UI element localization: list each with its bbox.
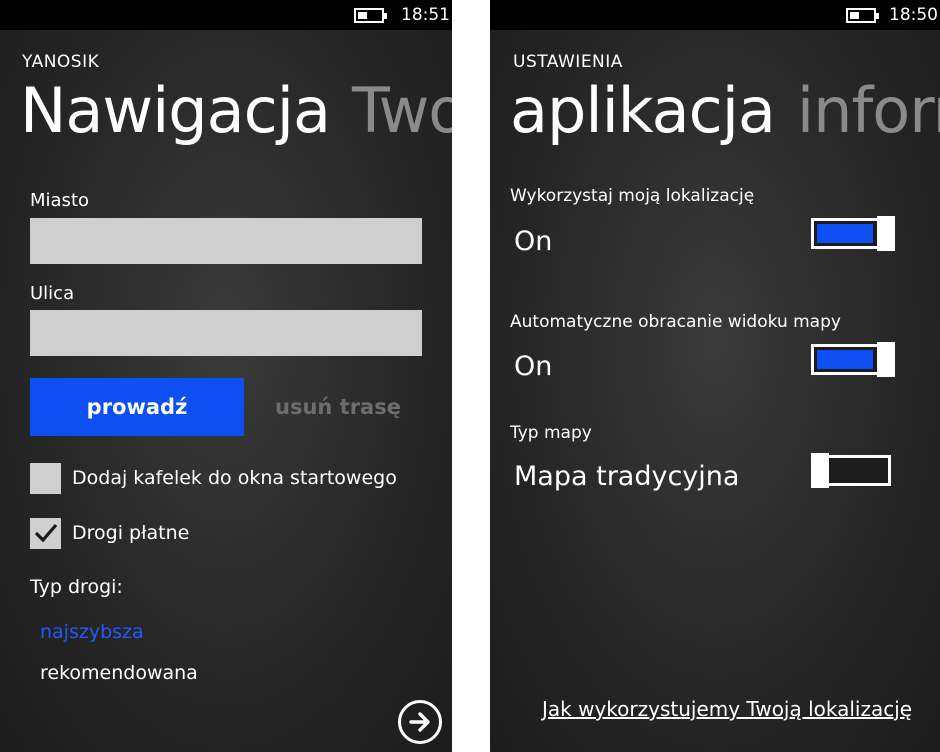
clear-route-button[interactable]: usuń trasę bbox=[262, 378, 414, 436]
add-tile-row[interactable]: Dodaj kafelek do okna startowego bbox=[30, 462, 397, 494]
map-type-toggle[interactable] bbox=[811, 453, 895, 488]
add-tile-checkbox[interactable] bbox=[30, 462, 61, 494]
map-rotation-toggle[interactable] bbox=[811, 342, 895, 377]
settings-screen: 18:50 USTAWIENIA aplikacja inform Wykorzy… bbox=[490, 0, 940, 752]
pivot-item-nawigacja[interactable]: Nawigacja bbox=[20, 74, 331, 147]
battery-icon bbox=[846, 8, 879, 23]
checkmark-icon bbox=[34, 523, 57, 543]
arrow-right-circle-icon bbox=[409, 712, 430, 732]
road-type-option-fastest[interactable]: najszybsza bbox=[40, 621, 144, 643]
street-label: Ulica bbox=[30, 283, 75, 304]
setting-value-location: On bbox=[514, 226, 553, 257]
setting-label-map-type: Typ mapy bbox=[510, 423, 592, 443]
pivot-item-aplikacja[interactable]: aplikacja bbox=[510, 74, 776, 147]
location-toggle[interactable] bbox=[811, 216, 895, 251]
road-type-option-recommended[interactable]: rekomendowana bbox=[40, 662, 198, 684]
privacy-location-link[interactable]: Jak wykorzystujemy Twoją lokalizację bbox=[542, 697, 912, 721]
pivot-header: aplikacja inform bbox=[510, 74, 940, 147]
setting-value-map-rotation: On bbox=[514, 351, 553, 382]
pivot-item-next[interactable]: inform bbox=[797, 74, 940, 147]
pivot-header: Nawigacja Twoj bbox=[20, 74, 452, 147]
navigate-button[interactable]: prowadź bbox=[30, 378, 244, 436]
next-button[interactable] bbox=[398, 700, 442, 744]
setting-value-map-type: Mapa tradycyjna bbox=[514, 461, 740, 492]
navigation-screen: 18:51 YANOSIK Nawigacja Twoj Miasto Ulica… bbox=[0, 0, 452, 752]
toggle-thumb[interactable] bbox=[877, 342, 895, 377]
app-title: USTAWIENIA bbox=[513, 52, 623, 72]
add-tile-label: Dodaj kafelek do okna startowego bbox=[72, 467, 397, 489]
toll-roads-row[interactable]: Drogi płatne bbox=[30, 517, 189, 549]
status-time: 18:50 bbox=[889, 5, 938, 25]
setting-label-location: Wykorzystaj moją lokalizację bbox=[510, 186, 755, 206]
toggle-thumb[interactable] bbox=[877, 216, 895, 251]
toggle-thumb[interactable] bbox=[811, 453, 829, 488]
city-input[interactable] bbox=[30, 218, 422, 264]
road-type-label: Typ drogi: bbox=[30, 576, 123, 598]
app-title: YANOSIK bbox=[22, 52, 100, 72]
status-bar: 18:51 bbox=[0, 0, 452, 30]
toll-roads-checkbox[interactable] bbox=[30, 517, 61, 549]
street-input[interactable] bbox=[30, 310, 422, 356]
status-time: 18:51 bbox=[401, 5, 450, 25]
city-label: Miasto bbox=[30, 190, 90, 211]
setting-label-map-rotation: Automatyczne obracanie widoku mapy bbox=[510, 312, 841, 332]
pivot-item-next[interactable]: Twoj bbox=[352, 74, 452, 147]
status-bar: 18:50 bbox=[490, 0, 940, 30]
battery-icon bbox=[354, 8, 387, 23]
toll-roads-label: Drogi płatne bbox=[72, 522, 190, 544]
